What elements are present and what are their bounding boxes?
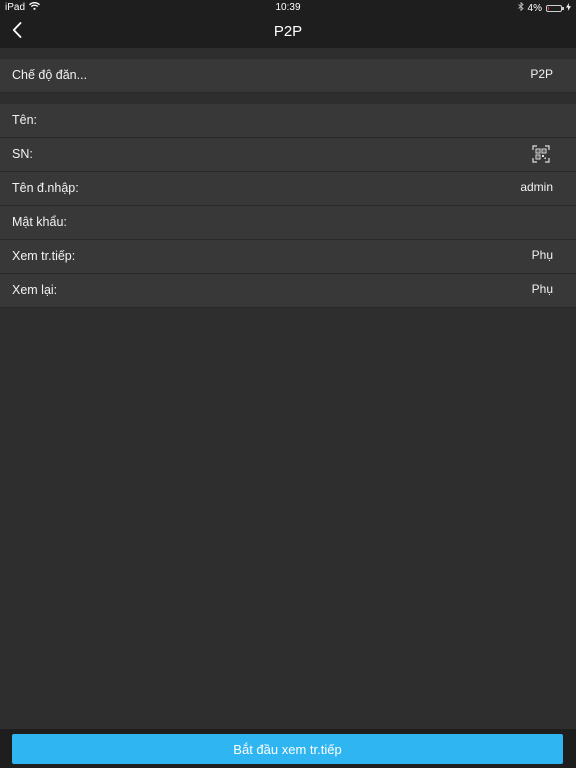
username-value: admin	[520, 180, 553, 194]
mode-label: Chế độ đăn...	[12, 68, 88, 82]
playback-row[interactable]: Xem lại: Phụ	[0, 274, 576, 308]
status-time: 10:39	[275, 2, 301, 13]
battery-icon	[546, 4, 564, 12]
name-row[interactable]: Tên:	[0, 104, 576, 138]
device-fields-group: Tên: SN: Tên đ.nhập: admin Mật khẩu: Xem	[0, 104, 576, 308]
live-view-value: Phụ	[531, 248, 553, 262]
navigation-bar: P2P	[0, 16, 576, 48]
bluetooth-icon	[517, 1, 524, 14]
password-label: Mật khẩu:	[12, 215, 67, 229]
password-row[interactable]: Mật khẩu:	[0, 206, 576, 240]
status-right: 4%	[517, 1, 571, 14]
start-live-view-button[interactable]: Bắt đầu xem tr.tiếp	[12, 734, 563, 764]
name-label: Tên:	[12, 113, 38, 127]
live-view-label: Xem tr.tiếp:	[12, 249, 76, 263]
page-title: P2P	[273, 23, 303, 40]
username-row[interactable]: Tên đ.nhập: admin	[0, 172, 576, 206]
mode-row[interactable]: Chế độ đăn... P2P	[0, 59, 576, 93]
sn-label: SN:	[12, 147, 33, 161]
live-view-row[interactable]: Xem tr.tiếp: Phụ	[0, 240, 576, 274]
playback-label: Xem lại:	[12, 283, 58, 297]
qr-code-icon[interactable]	[532, 145, 550, 163]
charging-icon	[566, 2, 571, 14]
username-label: Tên đ.nhập:	[12, 181, 79, 195]
mode-value: P2P	[530, 67, 553, 81]
bottom-bar: Bắt đầu xem tr.tiếp	[0, 729, 576, 768]
status-bar: iPad 10:39 4%	[0, 0, 576, 16]
battery-percent: 4%	[527, 2, 542, 14]
battery-level	[548, 6, 549, 10]
sn-row[interactable]: SN:	[0, 138, 576, 172]
mode-group: Chế độ đăn... P2P	[0, 59, 576, 93]
playback-value: Phụ	[531, 282, 553, 296]
